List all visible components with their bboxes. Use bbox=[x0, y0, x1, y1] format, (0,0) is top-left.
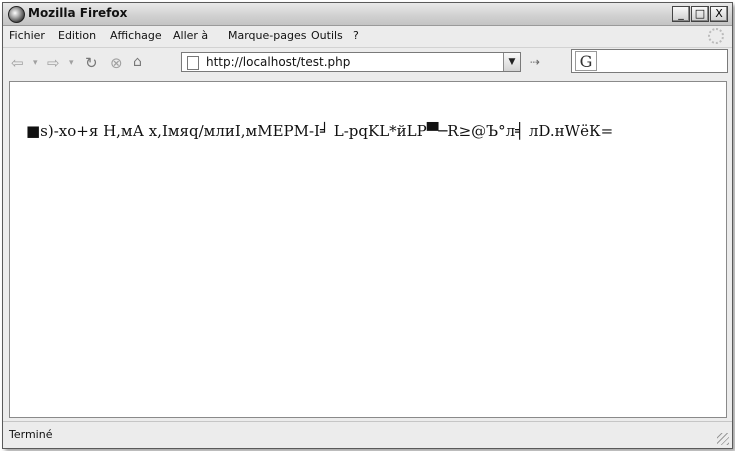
go-icon[interactable]: ⇢ bbox=[530, 55, 548, 69]
reload-icon[interactable]: ↻ bbox=[85, 54, 98, 72]
stop-icon[interactable]: ⊗ bbox=[110, 54, 123, 72]
home-icon[interactable]: ⌂ bbox=[133, 54, 142, 70]
page-content: ■s)-хо+я Н,мА х,Iмяq/млиI,мМЕРМ-I╛ L-pqK… bbox=[9, 81, 727, 418]
browser-window: Mozilla Firefox _ □ X Fichier Edition Af… bbox=[2, 2, 733, 449]
url-text[interactable]: http://localhost/test.php bbox=[206, 55, 350, 69]
navigation-toolbar: ⇦ ▾ ⇨ ▾ ↻ ⊗ ⌂ http://localhost/test.php … bbox=[3, 47, 732, 78]
menu-marque-pages[interactable]: Marque-pages bbox=[228, 29, 306, 42]
back-arrow-icon[interactable]: ⇦ bbox=[11, 54, 24, 72]
url-dropdown-button[interactable]: ▼ bbox=[503, 53, 520, 71]
resize-grip-icon[interactable] bbox=[717, 433, 729, 445]
menu-help[interactable]: ? bbox=[353, 29, 359, 42]
back-dropdown-icon[interactable]: ▾ bbox=[33, 58, 38, 68]
menu-edition[interactable]: Edition bbox=[58, 29, 96, 42]
firefox-logo-icon bbox=[8, 6, 25, 23]
maximize-button[interactable]: □ bbox=[691, 6, 709, 22]
status-bar: Terminé bbox=[3, 421, 732, 448]
page-text: ■s)-хо+я Н,мА х,Iмяq/млиI,мМЕРМ-I╛ L-pqK… bbox=[26, 122, 614, 140]
menu-fichier[interactable]: Fichier bbox=[9, 29, 45, 42]
search-engine-icon[interactable]: G bbox=[575, 51, 597, 71]
menu-bar: Fichier Edition Affichage Aller à Marque… bbox=[3, 26, 732, 46]
forward-dropdown-icon[interactable]: ▾ bbox=[69, 58, 74, 68]
search-bar[interactable]: G bbox=[571, 49, 728, 73]
status-text: Terminé bbox=[9, 428, 53, 441]
close-button[interactable]: X bbox=[710, 6, 728, 22]
title-bar[interactable]: Mozilla Firefox _ □ X bbox=[3, 3, 732, 26]
page-icon bbox=[187, 56, 199, 70]
menu-aller-a[interactable]: Aller à bbox=[173, 29, 208, 42]
url-bar[interactable]: http://localhost/test.php ▼ bbox=[181, 52, 521, 72]
menu-outils[interactable]: Outils bbox=[311, 29, 343, 42]
window-title: Mozilla Firefox bbox=[28, 6, 128, 20]
forward-arrow-icon[interactable]: ⇨ bbox=[47, 54, 60, 72]
minimize-button[interactable]: _ bbox=[672, 6, 690, 22]
throbber-icon bbox=[708, 28, 724, 44]
menu-affichage[interactable]: Affichage bbox=[110, 29, 162, 42]
